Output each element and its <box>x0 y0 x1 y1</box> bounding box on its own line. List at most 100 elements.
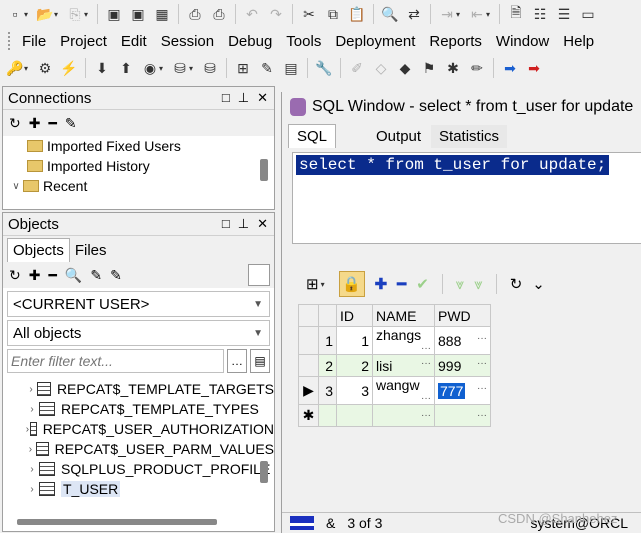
more-icon[interactable]: ··· <box>421 393 431 404</box>
more-icon[interactable]: ··· <box>421 358 431 369</box>
menu-file[interactable]: File <box>15 33 53 50</box>
view-toggle-button[interactable] <box>248 264 270 286</box>
remove-icon[interactable]: ━ <box>48 115 56 132</box>
chevron-down-icon[interactable]: ▾ <box>24 64 32 73</box>
more-icon[interactable]: ··· <box>477 383 487 394</box>
arrow-right-red-icon[interactable]: ➡ <box>523 57 545 79</box>
cell-id[interactable] <box>336 404 373 427</box>
save-all-icon[interactable]: ▦ <box>151 3 173 25</box>
chevron-down-icon[interactable]: ▾ <box>159 64 167 73</box>
refresh-icon[interactable]: ↻ <box>510 275 523 293</box>
lock-icon[interactable]: 🔒 <box>338 271 365 297</box>
cell-id[interactable]: 2 <box>336 354 373 377</box>
close-icon[interactable]: ✕ <box>257 90 268 106</box>
table-item[interactable]: › REPCAT$_TEMPLATE_TARGETS <box>3 379 274 399</box>
undo-icon[interactable]: ↶ <box>241 3 263 25</box>
dropdown-icon[interactable]: ⌄ <box>532 275 545 293</box>
cell-name[interactable]: ··· <box>372 404 435 427</box>
chevron-down-icon[interactable]: ▾ <box>456 10 464 19</box>
chevron-down-icon[interactable]: ▾ <box>486 10 494 19</box>
sql-editor[interactable]: select * from t_user for update; <box>292 152 641 244</box>
window-list-icon[interactable]: ☰ <box>553 3 575 25</box>
pin-icon[interactable]: ⊥ <box>238 216 249 232</box>
redo-icon[interactable]: ↷ <box>265 3 287 25</box>
next-page-icon[interactable]: ⩔ <box>456 276 464 293</box>
pin-icon[interactable]: ⊥ <box>238 90 249 106</box>
edit-icon[interactable]: ✎ <box>256 57 278 79</box>
reopen-icon[interactable]: ⎘ <box>64 3 86 25</box>
cell-pwd[interactable]: 888 ··· <box>434 326 491 355</box>
list-item[interactable]: Imported History <box>3 156 274 176</box>
flag-icon[interactable]: ⚑ <box>418 57 440 79</box>
menu-tools[interactable]: Tools <box>279 33 328 50</box>
properties-icon[interactable]: ✎ <box>110 267 122 284</box>
bug-icon[interactable]: ✱ <box>442 57 464 79</box>
remove-icon[interactable]: ━ <box>48 267 56 284</box>
more-icon[interactable]: ··· <box>477 358 487 369</box>
outdent-icon[interactable]: ⇤ <box>466 3 488 25</box>
cell-name[interactable]: lisi ··· <box>372 354 435 377</box>
cell-id[interactable]: 1 <box>336 326 373 355</box>
tab-statistics[interactable]: Statistics <box>431 125 508 148</box>
refresh-icon[interactable]: ↻ <box>9 115 21 132</box>
document-icon[interactable]: 🗎 <box>505 3 527 25</box>
save-as-icon[interactable]: ▣ <box>127 3 149 25</box>
menu-deployment[interactable]: Deployment <box>328 33 422 50</box>
chevron-down-icon[interactable]: ▾ <box>24 10 32 19</box>
chevron-down-icon[interactable]: ▾ <box>84 10 92 19</box>
more-icon[interactable]: ··· <box>477 333 487 344</box>
find-icon[interactable]: 🔍 <box>379 3 401 25</box>
open-folder-icon[interactable]: 📂 <box>34 3 56 25</box>
print-preview-icon[interactable]: ⎙ <box>208 3 230 25</box>
post-icon[interactable]: ✔ <box>416 275 429 293</box>
cell-pwd[interactable]: 777 ··· <box>434 376 491 405</box>
chevron-down-icon[interactable]: ▾ <box>189 64 197 73</box>
more-icon[interactable]: … <box>227 349 247 373</box>
table-item[interactable]: › REPCAT$_USER_AUTHORIZATION <box>3 419 274 439</box>
gear-icon[interactable]: ⚙ <box>34 57 56 79</box>
tree-icon[interactable]: ☷ <box>529 3 551 25</box>
chevron-right-icon[interactable]: › <box>25 404 39 415</box>
tab-objects[interactable]: Objects <box>7 238 70 262</box>
object-type-select[interactable]: All objects ▼ <box>7 320 270 346</box>
properties-icon[interactable]: ✎ <box>65 115 77 132</box>
scrollbar[interactable] <box>260 461 268 483</box>
table-item[interactable]: › SQLPLUS_PRODUCT_PROFILE <box>3 459 274 479</box>
list-item[interactable]: ∨ Recent <box>3 176 274 196</box>
sql-icon[interactable]: ◉ <box>139 57 161 79</box>
more-icon[interactable]: ··· <box>477 410 487 421</box>
last-page-icon[interactable]: ⩔ <box>474 276 482 293</box>
add-icon[interactable]: ✚ <box>29 115 41 132</box>
more-icon[interactable]: ··· <box>421 343 431 354</box>
filter-options-icon[interactable]: ▤ <box>250 349 270 373</box>
tab-files[interactable]: Files <box>70 239 112 262</box>
wrench-icon[interactable]: 🔧 <box>313 57 335 79</box>
maximize-icon[interactable]: □ <box>222 216 230 232</box>
paste-icon[interactable]: 📋 <box>346 3 368 25</box>
print-icon[interactable]: ⎙ <box>184 3 206 25</box>
chevron-down-icon[interactable]: ▾ <box>54 10 62 19</box>
menu-reports[interactable]: Reports <box>422 33 489 50</box>
filter-icon[interactable]: ✎ <box>90 267 102 284</box>
user-select[interactable]: <CURRENT USER> ▼ <box>7 291 270 317</box>
break-icon[interactable]: ⚡ <box>58 57 80 79</box>
find-icon[interactable]: 🔍 <box>65 267 82 284</box>
save-icon[interactable]: ▣ <box>103 3 125 25</box>
close-icon[interactable]: ✕ <box>257 216 268 232</box>
cell-id[interactable]: 3 <box>336 376 373 405</box>
refresh-icon[interactable]: ↻ <box>9 267 21 284</box>
commit-icon[interactable]: ⬇ <box>91 57 113 79</box>
chevron-right-icon[interactable]: › <box>25 484 39 495</box>
table-item[interactable]: › T_USER <box>3 479 274 497</box>
menu-debug[interactable]: Debug <box>221 33 279 50</box>
key-icon[interactable]: 🔑 <box>4 57 26 79</box>
filter-input[interactable] <box>7 349 224 373</box>
pencil-icon[interactable]: ✏ <box>466 57 488 79</box>
new-icon[interactable]: ▫ <box>4 3 26 25</box>
toolbar-grip[interactable] <box>8 32 11 50</box>
horizontal-scrollbar[interactable] <box>17 519 217 525</box>
table-item[interactable]: › REPCAT$_USER_PARM_VALUES <box>3 439 274 459</box>
delete-record-icon[interactable]: ━ <box>397 275 406 293</box>
rollback-icon[interactable]: ⬆ <box>115 57 137 79</box>
table-row[interactable]: 1 1 zhangs ··· 888 ··· <box>298 326 491 355</box>
